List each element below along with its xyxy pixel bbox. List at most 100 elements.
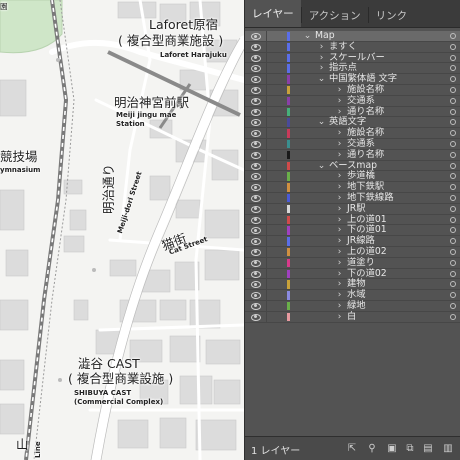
chevron-right-icon[interactable]: › — [335, 236, 344, 246]
visibility-eye-icon[interactable] — [251, 313, 261, 321]
layer-name[interactable]: 緑地 — [347, 300, 366, 312]
visibility-eye-icon[interactable] — [251, 54, 261, 62]
lock-column[interactable] — [266, 149, 267, 160]
target-icon[interactable] — [450, 86, 456, 93]
lock-column[interactable] — [266, 128, 267, 138]
layer-name[interactable]: 白 — [347, 311, 356, 323]
visibility-eye-icon[interactable] — [251, 248, 261, 256]
export-icon[interactable]: ⇱ — [347, 444, 357, 454]
layer-name[interactable]: 道塗り — [347, 257, 375, 269]
lock-column[interactable] — [266, 236, 267, 246]
chevron-right-icon[interactable]: › — [317, 53, 326, 63]
lock-column[interactable] — [266, 257, 267, 268]
chevron-right-icon[interactable]: › — [335, 182, 344, 192]
chevron-right-icon[interactable]: › — [317, 42, 326, 52]
lock-column[interactable] — [266, 192, 267, 203]
layer-name[interactable]: 施設名称 — [347, 84, 384, 96]
chevron-right-icon[interactable]: › — [335, 215, 344, 225]
chevron-right-icon[interactable]: › — [335, 139, 344, 149]
layer-row[interactable]: › 通り名称 — [245, 149, 460, 161]
chevron-right-icon[interactable]: › — [335, 247, 344, 257]
visibility-eye-icon[interactable] — [251, 162, 261, 170]
chevron-right-icon[interactable]: › — [335, 279, 344, 289]
visibility-eye-icon[interactable] — [251, 65, 261, 73]
lock-column[interactable] — [266, 300, 267, 311]
visibility-eye-icon[interactable] — [251, 227, 261, 235]
lock-column[interactable] — [266, 203, 267, 214]
layer-name[interactable]: 地下鉄線路 — [347, 192, 394, 204]
target-icon[interactable] — [450, 184, 456, 191]
layer-row[interactable]: › JR駅 — [245, 203, 460, 215]
new-sublayer-icon[interactable]: ⧉ — [405, 444, 415, 454]
layer-row[interactable]: › 道塗り — [245, 257, 460, 269]
target-icon[interactable] — [450, 302, 456, 309]
target-icon[interactable] — [450, 130, 456, 137]
lock-column[interactable] — [266, 52, 267, 63]
visibility-eye-icon[interactable] — [251, 292, 261, 300]
target-icon[interactable] — [450, 292, 456, 299]
chevron-right-icon[interactable]: › — [335, 193, 344, 203]
chevron-right-icon[interactable]: › — [335, 150, 344, 160]
lock-column[interactable] — [266, 171, 267, 182]
layer-row[interactable]: › 交通系 — [245, 95, 460, 107]
visibility-eye-icon[interactable] — [251, 43, 261, 51]
target-icon[interactable] — [450, 33, 456, 39]
lock-column[interactable] — [266, 311, 267, 322]
target-icon[interactable] — [450, 173, 456, 180]
visibility-eye-icon[interactable] — [251, 205, 261, 213]
chevron-down-icon[interactable]: ⌄ — [317, 74, 326, 84]
lock-column[interactable] — [266, 160, 267, 171]
layer-name[interactable]: Map — [315, 30, 335, 42]
target-icon[interactable] — [450, 162, 456, 169]
chevron-down-icon[interactable]: ⌄ — [317, 117, 326, 127]
lock-column[interactable] — [266, 214, 267, 225]
visibility-eye-icon[interactable] — [251, 130, 261, 138]
visibility-eye-icon[interactable] — [251, 86, 261, 94]
lock-column[interactable] — [266, 138, 267, 149]
layer-name[interactable]: 上の道02 — [347, 246, 387, 258]
target-icon[interactable] — [450, 205, 456, 212]
layer-name[interactable]: 交通系 — [347, 95, 375, 107]
chevron-right-icon[interactable]: › — [335, 269, 344, 279]
target-icon[interactable] — [450, 140, 456, 147]
chevron-right-icon[interactable]: › — [335, 225, 344, 235]
lock-column[interactable] — [266, 290, 267, 300]
target-icon[interactable] — [450, 76, 456, 83]
chevron-down-icon[interactable]: ⌄ — [317, 161, 326, 171]
layer-row[interactable]: › 白 — [245, 311, 460, 323]
visibility-eye-icon[interactable] — [251, 302, 261, 310]
visibility-eye-icon[interactable] — [251, 140, 261, 148]
target-icon[interactable] — [450, 227, 456, 234]
visibility-eye-icon[interactable] — [251, 259, 261, 267]
target-icon[interactable] — [450, 108, 456, 115]
lock-column[interactable] — [266, 268, 267, 279]
visibility-eye-icon[interactable] — [251, 216, 261, 224]
target-icon[interactable] — [450, 194, 456, 201]
tab-links[interactable]: リンク — [369, 3, 415, 27]
visibility-eye-icon[interactable] — [251, 238, 261, 246]
chevron-down-icon[interactable]: ⌄ — [303, 31, 312, 41]
target-icon[interactable] — [450, 54, 456, 61]
visibility-eye-icon[interactable] — [251, 119, 261, 127]
tab-layers[interactable]: レイヤー — [245, 0, 301, 27]
lock-column[interactable] — [266, 31, 267, 41]
lock-column[interactable] — [266, 74, 267, 84]
new-layer-icon[interactable]: ▤ — [423, 444, 433, 454]
tab-actions[interactable]: アクション — [302, 3, 368, 27]
trash-icon[interactable]: ▥ — [443, 444, 453, 454]
visibility-eye-icon[interactable] — [251, 97, 261, 105]
layer-row[interactable]: › ますく — [245, 41, 460, 53]
lock-column[interactable] — [266, 84, 267, 95]
chevron-right-icon[interactable]: › — [335, 204, 344, 214]
layer-name[interactable]: 交通系 — [347, 138, 375, 150]
layer-name[interactable]: ますく — [329, 41, 357, 53]
make-mask-icon[interactable]: ▣ — [387, 444, 397, 454]
chevron-right-icon[interactable]: › — [335, 258, 344, 268]
lock-column[interactable] — [266, 182, 267, 192]
lock-column[interactable] — [266, 225, 267, 236]
search-icon[interactable]: ⚲ — [367, 444, 377, 454]
chevron-right-icon[interactable]: › — [317, 63, 326, 73]
target-icon[interactable] — [450, 270, 456, 277]
visibility-eye-icon[interactable] — [251, 151, 261, 159]
lock-column[interactable] — [266, 95, 267, 106]
